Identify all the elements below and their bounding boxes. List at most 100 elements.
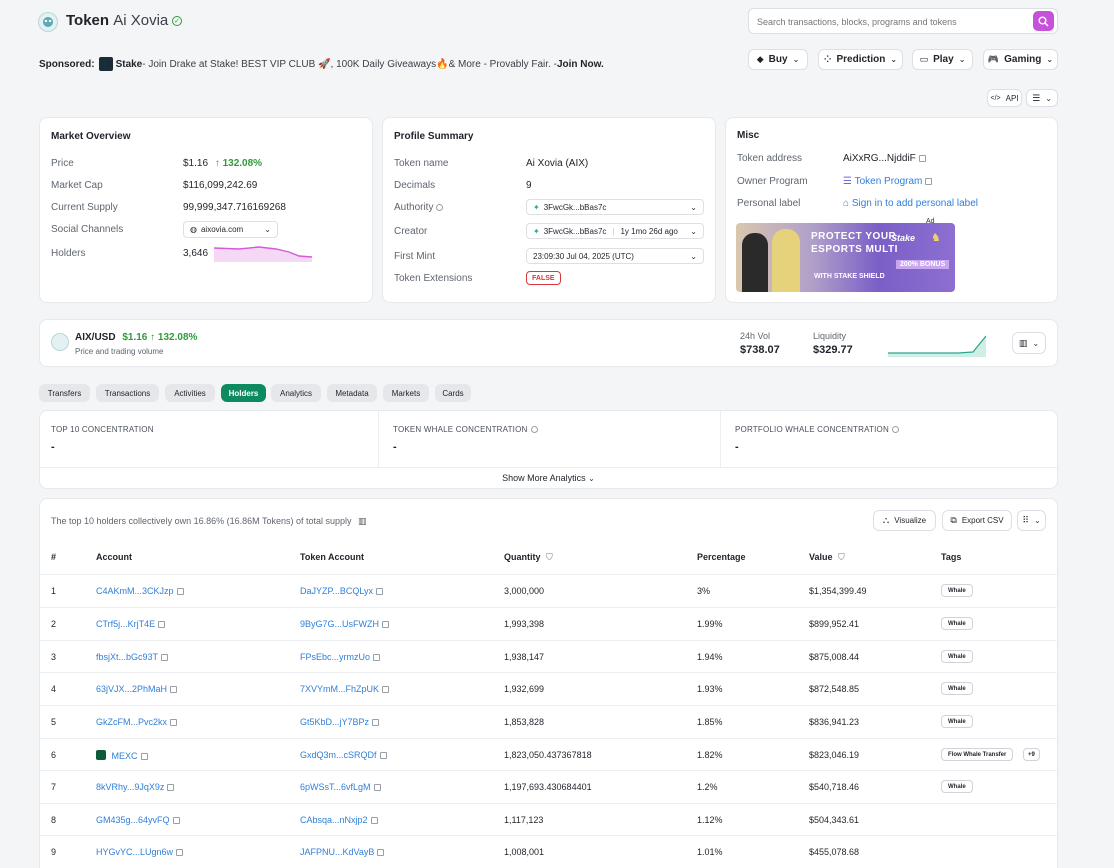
copy-icon[interactable] <box>377 849 385 856</box>
row-account[interactable]: C4AKmM...3CKJzp <box>96 586 184 596</box>
personal-label-link[interactable]: ⌂ Sign in to add personal label <box>843 198 978 209</box>
more-tags-badge[interactable]: +9 <box>1023 748 1040 761</box>
show-more-analytics[interactable]: Show More Analytics ⌄ <box>40 473 1057 483</box>
token-account-link[interactable]: FPsEbc...yrmzUo <box>300 652 370 662</box>
copy-icon[interactable] <box>176 588 184 595</box>
row-account[interactable]: fbsjXt...bGc93T <box>96 652 169 662</box>
search-button[interactable] <box>1033 11 1054 31</box>
row-token-account[interactable]: GxdQ3m...cSRQDf <box>300 750 387 760</box>
account-link[interactable]: GM435g...64yvFQ <box>96 815 170 825</box>
ad-banner[interactable]: PROTECT YOUR ESPORTS MULTI Stake ♞ 200% … <box>736 223 955 292</box>
token-address-value[interactable]: AiXxRG...NjddiF <box>843 153 926 164</box>
play-button[interactable]: ▭ Play ⌄ <box>912 49 973 70</box>
copy-icon[interactable] <box>373 654 381 661</box>
row-account[interactable]: GM435g...64yvFQ <box>96 815 180 825</box>
copy-icon[interactable] <box>167 784 175 791</box>
account-link[interactable]: HYGvYC...LUgn6w <box>96 847 173 857</box>
token-account-link[interactable]: GxdQ3m...cSRQDf <box>300 750 377 760</box>
copy-icon[interactable] <box>161 654 169 661</box>
row-token-account[interactable]: CAbsqa...nNxjp2 <box>300 815 378 825</box>
row-account[interactable]: CTrf5j...KrjT4E <box>96 619 166 629</box>
holders-label: Holders <box>51 248 86 259</box>
row-account[interactable]: HYGvYC...LUgn6w <box>96 847 184 857</box>
creator-select[interactable]: ✦ 3FwcGk...bBas7c | 1y 1mo 26d ago ⌄ <box>526 223 704 239</box>
tab-activities[interactable]: Activities <box>165 384 215 402</box>
row-percentage: 3% <box>697 586 711 596</box>
search-input[interactable] <box>757 14 1027 29</box>
account-link[interactable]: 8kVRhy...9JqX9z <box>96 782 164 792</box>
copy-icon[interactable] <box>373 784 381 791</box>
copy-icon[interactable] <box>382 686 390 693</box>
token-account-link[interactable]: DaJYZP...BCQLyx <box>300 586 373 596</box>
copy-icon[interactable] <box>372 719 380 726</box>
tab-cards[interactable]: Cards <box>435 384 471 402</box>
token-account-link[interactable]: CAbsqa...nNxjp2 <box>300 815 368 825</box>
copy-icon[interactable] <box>158 621 166 628</box>
gaming-button[interactable]: 🎮 Gaming ⌄ <box>983 49 1058 70</box>
row-token-account[interactable]: JAFPNU...KdVayB <box>300 847 385 857</box>
columns-menu-button[interactable]: ⠿ ⌄ <box>1017 510 1046 531</box>
list-view-button[interactable]: ☰ ⌄ <box>1026 89 1058 107</box>
filter-icon[interactable]: ⛉ <box>546 552 553 562</box>
buy-button[interactable]: ◆ Buy ⌄ <box>748 49 808 70</box>
row-token-account[interactable]: 7XVYmM...FhZpUK <box>300 684 390 694</box>
account-link[interactable]: MEXC <box>112 751 138 761</box>
first-mint-select[interactable]: 23:09:30 Jul 04, 2025 (UTC) ⌄ <box>526 248 704 264</box>
tab-transactions[interactable]: Transactions <box>96 384 159 402</box>
copy-icon[interactable] <box>370 817 378 824</box>
account-link[interactable]: 63jVJX...2PhMaH <box>96 684 167 694</box>
chart-icon[interactable]: ▥ <box>358 516 367 526</box>
chart-toggle-button[interactable]: ▥ ⌄ <box>1012 332 1046 354</box>
copy-icon[interactable] <box>925 178 933 185</box>
account-link[interactable]: CTrf5j...KrjT4E <box>96 619 155 629</box>
sponsored-cta[interactable]: Join Now. <box>557 59 604 70</box>
row-value: $872,548.85 <box>809 684 860 694</box>
filter-icon[interactable]: ⛉ <box>838 552 845 562</box>
row-quantity: 1,117,123 <box>504 815 544 825</box>
tab-analytics[interactable]: Analytics <box>271 384 321 402</box>
copy-icon[interactable] <box>382 621 390 628</box>
copy-icon[interactable] <box>140 753 148 760</box>
row-account[interactable]: GkZcFM...Pvc2kx <box>96 717 178 727</box>
chevron-down-icon: ⌄ <box>264 225 271 234</box>
row-account[interactable]: 8kVRhy...9JqX9z <box>96 782 175 792</box>
row-token-account[interactable]: Gt5KbD...jY7BPz <box>300 717 380 727</box>
api-button[interactable]: </> API <box>987 89 1022 107</box>
social-select[interactable]: ◍ aixovia.com ⌄ <box>183 221 278 238</box>
account-link[interactable]: GkZcFM...Pvc2kx <box>96 717 167 727</box>
copy-icon[interactable] <box>379 752 387 759</box>
account-link[interactable]: fbsjXt...bGc93T <box>96 652 158 662</box>
prediction-button[interactable]: ⁘ Prediction ⌄ <box>818 49 903 70</box>
tab-transfers[interactable]: Transfers <box>39 384 90 402</box>
tab-markets[interactable]: Markets <box>383 384 429 402</box>
row-token-account[interactable]: DaJYZP...BCQLyx <box>300 586 384 596</box>
tab-metadata[interactable]: Metadata <box>327 384 377 402</box>
copy-icon[interactable] <box>172 817 180 824</box>
token-account-link[interactable]: 6pWSsT...6vfLgM <box>300 782 371 792</box>
prediction-label: Prediction <box>836 54 886 65</box>
authority-select[interactable]: ✦ 3FwcGk...bBas7c ⌄ <box>526 199 704 215</box>
row-account[interactable]: MEXC <box>96 750 148 761</box>
account-link[interactable]: C4AKmM...3CKJzp <box>96 586 174 596</box>
row-token-account[interactable]: FPsEbc...yrmzUo <box>300 652 381 662</box>
row-rank: 5 <box>51 717 57 727</box>
sponsored-brand[interactable]: Stake <box>116 59 143 70</box>
copy-icon[interactable] <box>918 155 926 162</box>
creator-label: Creator <box>394 226 428 237</box>
token-account-link[interactable]: 9ByG7G...UsFWZH <box>300 619 379 629</box>
copy-icon[interactable] <box>376 588 384 595</box>
copy-icon[interactable] <box>170 686 178 693</box>
copy-icon[interactable] <box>170 719 178 726</box>
search-box[interactable] <box>748 8 1058 34</box>
token-account-link[interactable]: Gt5KbD...jY7BPz <box>300 717 369 727</box>
tab-holders[interactable]: Holders <box>221 384 266 402</box>
token-account-link[interactable]: JAFPNU...KdVayB <box>300 847 374 857</box>
copy-icon[interactable] <box>176 849 184 856</box>
token-account-link[interactable]: 7XVYmM...FhZpUK <box>300 684 379 694</box>
row-token-account[interactable]: 9ByG7G...UsFWZH <box>300 619 390 629</box>
row-account[interactable]: 63jVJX...2PhMaH <box>96 684 178 694</box>
row-token-account[interactable]: 6pWSsT...6vfLgM <box>300 782 381 792</box>
export-csv-button[interactable]: ⧉ Export CSV <box>942 510 1012 531</box>
visualize-button[interactable]: ⛬ Visualize <box>873 510 936 531</box>
owner-program-link[interactable]: ☰ Token Program <box>843 176 933 187</box>
